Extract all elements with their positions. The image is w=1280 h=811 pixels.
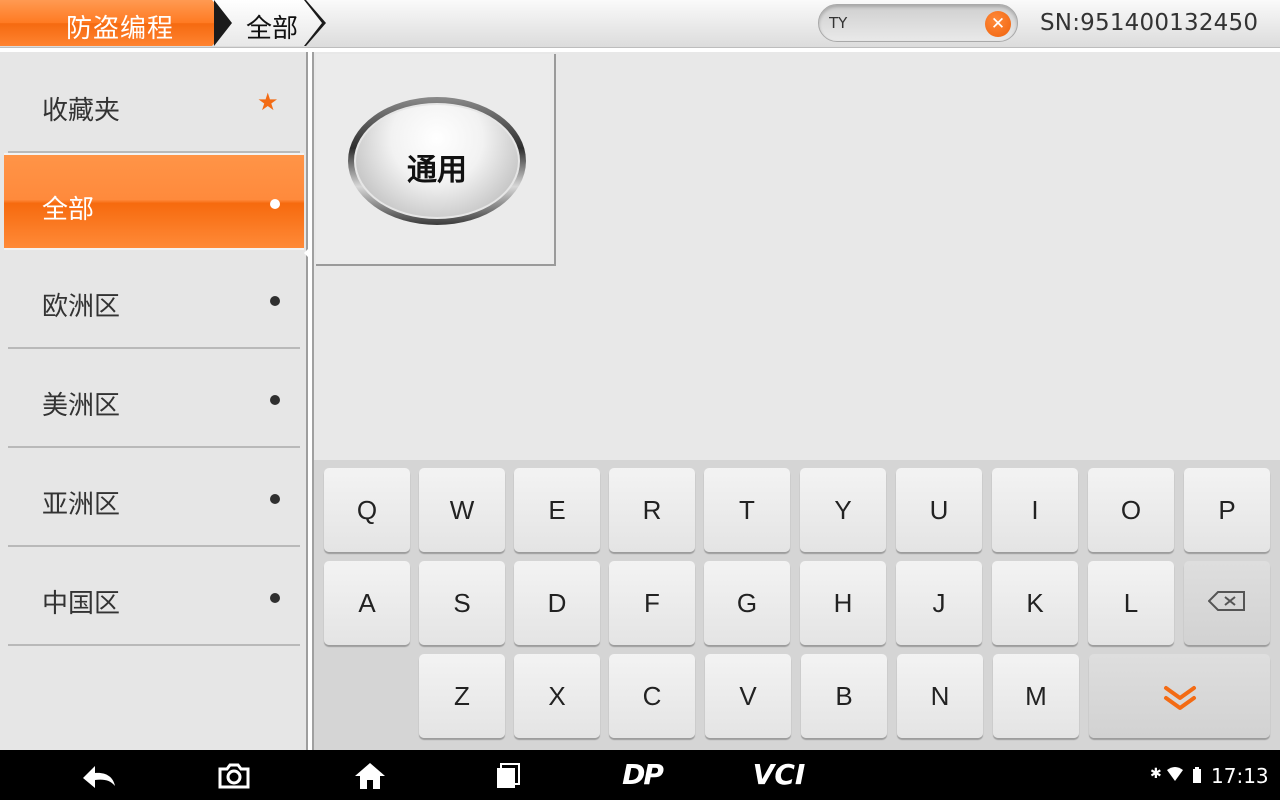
tile-label: 通用 xyxy=(407,153,467,188)
key-u[interactable]: U xyxy=(896,468,982,552)
screenshot-button[interactable] xyxy=(214,750,254,800)
sidebar-item-favorites[interactable]: 收藏夹 ★ xyxy=(8,56,300,153)
key-s[interactable]: S xyxy=(419,561,505,645)
key-p[interactable]: P xyxy=(1184,468,1270,552)
app-title-tab[interactable]: 防盗编程 xyxy=(0,0,232,46)
vci-logo[interactable]: VCI xyxy=(746,750,812,800)
back-icon xyxy=(83,766,115,788)
sidebar-item-label: 全部 xyxy=(42,195,95,225)
sidebar-item-label: 收藏夹 xyxy=(42,96,121,126)
clock: 17:13 xyxy=(1211,764,1269,788)
key-m[interactable]: M xyxy=(993,654,1079,738)
top-bar: 防盗编程 全部 ✕ SN:951400132450 xyxy=(0,0,1280,48)
chevron-double-down-icon xyxy=(1163,686,1196,710)
key-x[interactable]: X xyxy=(514,654,600,738)
region-sidebar: 收藏夹 ★ 全部 欧洲区 美洲区 亚洲区 中国区 xyxy=(0,52,310,750)
home-icon xyxy=(355,763,385,789)
star-icon: ★ xyxy=(257,88,279,116)
key-d[interactable]: D xyxy=(514,561,600,645)
key-i[interactable]: I xyxy=(992,468,1078,552)
vehicle-tile[interactable]: 通用 xyxy=(316,54,556,266)
generic-vehicle-button[interactable]: 通用 xyxy=(348,97,526,225)
sidebar-item-label: 中国区 xyxy=(42,589,121,619)
key-f[interactable]: F xyxy=(609,561,695,645)
key-z[interactable]: Z xyxy=(419,654,505,738)
camera-icon xyxy=(218,763,250,789)
breadcrumb-current-label: 全部 xyxy=(246,14,299,44)
backspace-icon xyxy=(1208,591,1245,612)
bullet-icon xyxy=(270,395,280,405)
serial-number: SN:951400132450 xyxy=(1040,10,1259,36)
bullet-icon xyxy=(270,593,280,603)
home-button[interactable] xyxy=(350,750,390,800)
key-a[interactable]: A xyxy=(324,561,410,645)
sidebar-item-asia[interactable]: 亚洲区 xyxy=(8,450,300,547)
key-n[interactable]: N xyxy=(897,654,983,738)
recent-apps-icon xyxy=(497,763,520,788)
bullet-icon xyxy=(270,494,280,504)
wifi-icon xyxy=(1167,767,1183,781)
sidebar-item-label: 亚洲区 xyxy=(42,490,121,520)
key-b[interactable]: B xyxy=(801,654,887,738)
backspace-key[interactable] xyxy=(1184,561,1270,645)
sidebar-item-label: 美洲区 xyxy=(42,391,121,421)
bullet-icon xyxy=(270,296,280,306)
key-c[interactable]: C xyxy=(609,654,695,738)
vehicle-grid: 通用 xyxy=(312,52,1280,460)
key-w[interactable]: W xyxy=(419,468,505,552)
key-q[interactable]: Q xyxy=(324,468,410,552)
hide-keyboard-key[interactable] xyxy=(1089,654,1270,738)
sidebar-item-europe[interactable]: 欧洲区 xyxy=(8,252,300,349)
button-face: 通用 xyxy=(354,103,520,219)
app-title: 防盗编程 xyxy=(66,14,175,44)
sidebar-item-china[interactable]: 中国区 xyxy=(8,549,300,646)
key-g[interactable]: G xyxy=(704,561,790,645)
key-h[interactable]: H xyxy=(800,561,886,645)
back-button[interactable] xyxy=(76,750,122,800)
bullet-icon xyxy=(270,199,280,209)
key-o[interactable]: O xyxy=(1088,468,1174,552)
bluetooth-icon: ✱ xyxy=(1150,766,1162,782)
recent-apps-button[interactable] xyxy=(490,750,526,800)
key-v[interactable]: V xyxy=(705,654,791,738)
key-k[interactable]: K xyxy=(992,561,1078,645)
key-y[interactable]: Y xyxy=(800,468,886,552)
on-screen-keyboard: Q W E R T Y U I O P A S D F G H J K L Z … xyxy=(312,460,1280,750)
key-e[interactable]: E xyxy=(514,468,600,552)
clear-search-icon[interactable]: ✕ xyxy=(985,11,1011,37)
search-input[interactable] xyxy=(829,12,979,34)
sidebar-item-label: 欧洲区 xyxy=(42,292,121,322)
bottom-nav-bar: DP VCI ✱ 17:13 xyxy=(0,750,1280,800)
active-pointer xyxy=(304,247,310,259)
battery-icon xyxy=(1193,767,1201,783)
key-l[interactable]: L xyxy=(1088,561,1174,645)
search-box[interactable]: ✕ xyxy=(818,4,1018,42)
key-t[interactable]: T xyxy=(704,468,790,552)
sidebar-item-all[interactable]: 全部 xyxy=(4,153,304,250)
dp-logo[interactable]: DP xyxy=(612,750,672,800)
key-r[interactable]: R xyxy=(609,468,695,552)
sidebar-item-america[interactable]: 美洲区 xyxy=(8,351,300,448)
key-j[interactable]: J xyxy=(896,561,982,645)
